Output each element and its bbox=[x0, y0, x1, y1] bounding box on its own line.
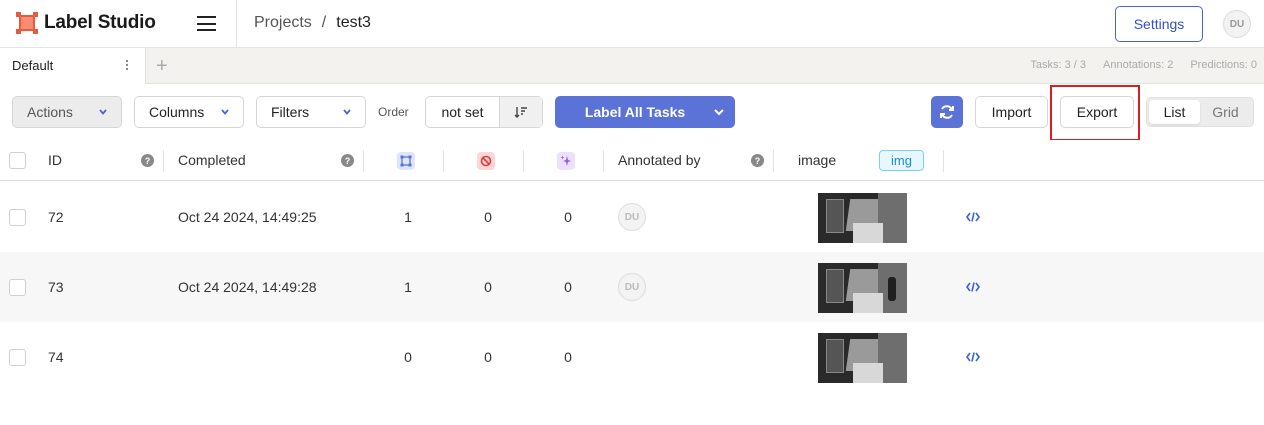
image-thumbnail[interactable] bbox=[818, 263, 907, 313]
grid-view-button[interactable]: Grid bbox=[1200, 100, 1251, 124]
tasks-count: Tasks: 3 / 3 bbox=[1030, 59, 1086, 71]
annotations-count: 1 bbox=[404, 279, 412, 295]
annotations-count: Annotations: 2 bbox=[1103, 59, 1174, 71]
task-id: 72 bbox=[48, 209, 64, 225]
order-control: not set bbox=[425, 96, 543, 128]
filters-dropdown[interactable]: Filters bbox=[256, 96, 366, 128]
code-icon[interactable] bbox=[966, 352, 980, 362]
breadcrumb: Projects / test3 bbox=[254, 14, 371, 32]
column-header-id[interactable]: ID bbox=[48, 140, 62, 180]
image-type-tag: img bbox=[879, 150, 924, 171]
table-row[interactable]: 73 Oct 24 2024, 14:49:28 1 0 0 DU bbox=[0, 252, 1264, 322]
add-tab-icon[interactable]: + bbox=[156, 55, 168, 78]
completed-date: Oct 24 2024, 14:49:25 bbox=[178, 209, 317, 225]
tab-label: Default bbox=[12, 58, 54, 73]
predictions-count: 0 bbox=[564, 279, 572, 295]
chevron-down-icon bbox=[714, 109, 724, 116]
annotator-avatar: DU bbox=[618, 273, 646, 301]
predictions-count: 0 bbox=[564, 209, 572, 225]
column-header-completed[interactable]: Completed bbox=[178, 140, 246, 180]
tab-options-icon[interactable] bbox=[124, 58, 130, 72]
project-stats: Tasks: 3 / 3 Annotations: 2 Predictions:… bbox=[1030, 59, 1257, 71]
order-select[interactable]: not set bbox=[426, 97, 500, 127]
breadcrumb-projects-link[interactable]: Projects bbox=[254, 14, 312, 32]
label-studio-logo-icon bbox=[16, 12, 38, 34]
import-button[interactable]: Import bbox=[975, 96, 1048, 128]
refresh-button[interactable] bbox=[931, 96, 963, 128]
cancelled-count: 0 bbox=[484, 279, 492, 295]
completed-date: Oct 24 2024, 14:49:28 bbox=[178, 279, 317, 295]
code-icon[interactable] bbox=[966, 212, 980, 222]
annotator-avatar: DU bbox=[618, 203, 646, 231]
chevron-down-icon bbox=[99, 109, 107, 115]
divider bbox=[236, 0, 237, 48]
list-view-button[interactable]: List bbox=[1149, 100, 1200, 124]
row-checkbox[interactable] bbox=[9, 209, 26, 226]
column-header-image[interactable]: image bbox=[798, 140, 836, 180]
actions-dropdown[interactable]: Actions bbox=[12, 96, 122, 128]
code-icon[interactable] bbox=[966, 282, 980, 292]
annotations-count-icon[interactable] bbox=[397, 152, 415, 170]
sort-icon bbox=[514, 107, 527, 118]
refresh-icon bbox=[940, 105, 954, 119]
table-row[interactable]: 74 0 0 0 bbox=[0, 322, 1264, 392]
tab-default[interactable]: Default bbox=[0, 48, 146, 84]
chevron-down-icon bbox=[343, 109, 351, 115]
order-label: Order bbox=[378, 105, 409, 119]
image-thumbnail[interactable] bbox=[818, 333, 907, 383]
menu-hamburger-icon[interactable] bbox=[197, 16, 216, 31]
table-header: ID ? Completed ? Annotated by ? image bbox=[0, 140, 1264, 181]
filters-label: Filters bbox=[271, 104, 310, 120]
row-checkbox[interactable] bbox=[9, 349, 26, 366]
cancelled-count: 0 bbox=[484, 209, 492, 225]
export-highlight-box bbox=[1050, 85, 1140, 141]
actions-label: Actions bbox=[27, 104, 73, 120]
help-icon[interactable]: ? bbox=[751, 154, 764, 167]
label-all-tasks-label: Label All Tasks bbox=[584, 104, 686, 120]
columns-label: Columns bbox=[149, 104, 205, 120]
cancelled-count: 0 bbox=[484, 349, 492, 365]
tab-bar: Default + Tasks: 3 / 3 Annotations: 2 Pr… bbox=[0, 48, 1264, 84]
top-navigation-bar: Label Studio Projects / test3 Settings D… bbox=[0, 0, 1264, 48]
table-row[interactable]: 72 Oct 24 2024, 14:49:25 1 0 0 DU bbox=[0, 182, 1264, 252]
annotations-count: 1 bbox=[404, 209, 412, 225]
row-checkbox[interactable] bbox=[9, 279, 26, 296]
label-all-dropdown-toggle[interactable] bbox=[707, 96, 731, 128]
image-thumbnail[interactable] bbox=[818, 193, 907, 243]
task-id: 73 bbox=[48, 279, 64, 295]
help-icon[interactable]: ? bbox=[341, 154, 354, 167]
settings-button[interactable]: Settings bbox=[1115, 6, 1203, 42]
select-all-checkbox[interactable] bbox=[9, 152, 26, 169]
predictions-count-icon[interactable] bbox=[557, 152, 575, 170]
breadcrumb-separator: / bbox=[321, 14, 327, 31]
label-all-tasks-button[interactable]: Label All Tasks bbox=[555, 96, 735, 128]
task-id: 74 bbox=[48, 349, 64, 365]
predictions-count: 0 bbox=[564, 349, 572, 365]
columns-dropdown[interactable]: Columns bbox=[134, 96, 244, 128]
help-icon[interactable]: ? bbox=[141, 154, 154, 167]
sort-direction-button[interactable] bbox=[500, 97, 542, 127]
breadcrumb-current-project: test3 bbox=[336, 14, 371, 31]
chevron-down-icon bbox=[221, 109, 229, 115]
column-header-annotated-by[interactable]: Annotated by bbox=[618, 140, 701, 180]
app-logo[interactable]: Label Studio bbox=[16, 12, 156, 34]
app-name: Label Studio bbox=[44, 12, 156, 33]
user-avatar[interactable]: DU bbox=[1223, 10, 1251, 38]
predictions-count: Predictions: 0 bbox=[1190, 59, 1257, 71]
cancelled-count-icon[interactable] bbox=[477, 152, 495, 170]
annotations-count: 0 bbox=[404, 349, 412, 365]
view-toggle: List Grid bbox=[1146, 97, 1254, 127]
